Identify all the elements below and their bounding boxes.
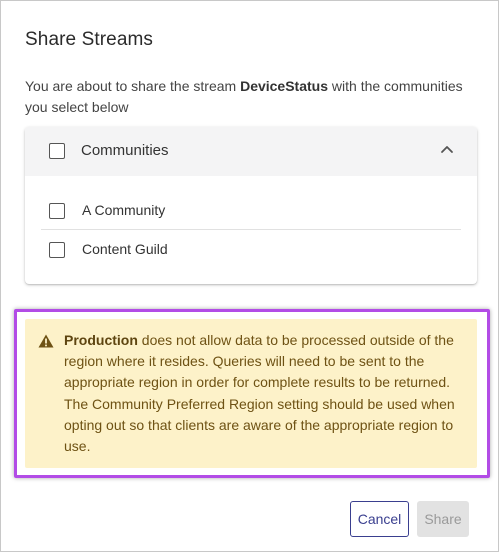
communities-panel-header[interactable]: Communities (25, 127, 477, 176)
description-prefix: You are about to share the stream (25, 78, 241, 94)
communities-header-label: Communities (81, 142, 169, 159)
select-all-checkbox[interactable] (49, 143, 65, 159)
communities-panel: Communities A Community Content Guild (25, 127, 477, 284)
community-checkbox[interactable] (49, 242, 65, 258)
share-streams-dialog: Share Streams You are about to share the… (0, 0, 499, 552)
warning-environment-name: Production (64, 332, 138, 348)
community-row[interactable]: Content Guild (41, 231, 461, 269)
community-label: A Community (82, 202, 166, 218)
warning-message: does not allow data to be processed outs… (64, 332, 455, 455)
region-warning: Production does not allow data to be pro… (25, 319, 477, 468)
chevron-up-icon[interactable] (439, 143, 455, 155)
warning-text: Production does not allow data to be pro… (64, 330, 464, 457)
share-button[interactable]: Share (417, 501, 469, 537)
cancel-button[interactable]: Cancel (350, 501, 409, 537)
stream-name: DeviceStatus (240, 78, 329, 94)
community-row[interactable]: A Community (41, 192, 461, 230)
dialog-title: Share Streams (25, 29, 154, 50)
dialog-description: You are about to share the stream Device… (25, 76, 475, 118)
warning-icon (38, 334, 54, 348)
community-checkbox[interactable] (49, 203, 65, 219)
community-label: Content Guild (82, 241, 168, 257)
